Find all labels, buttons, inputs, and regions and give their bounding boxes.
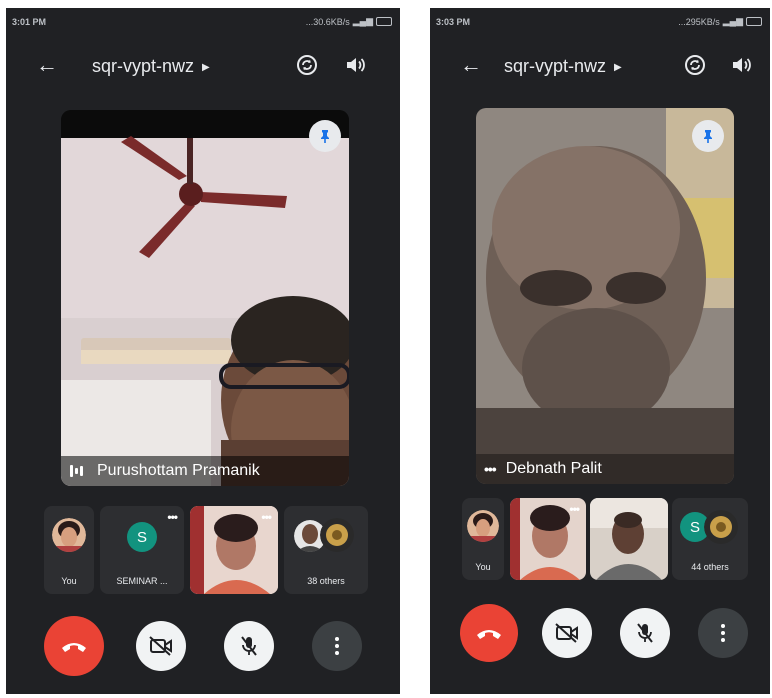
others-label: 44 others (691, 562, 729, 572)
mic-off-icon (241, 636, 257, 656)
meeting-code: sqr-vypt-nwz (92, 56, 195, 76)
participant-video-tile[interactable]: ••• (510, 498, 586, 580)
more-vert-icon (335, 637, 339, 655)
others-label: 38 others (307, 576, 345, 586)
speaker-name-tag: Purushottam Pramanik (61, 456, 349, 486)
more-dots-icon[interactable]: ••• (261, 510, 272, 524)
others-tile[interactable]: 38 others (284, 506, 368, 594)
more-dots-icon[interactable]: ••• (484, 461, 497, 477)
back-arrow-icon[interactable]: ← (36, 52, 58, 78)
speaker-name: Debnath Palit (505, 460, 602, 477)
end-call-button[interactable] (44, 616, 104, 676)
mic-toggle-button[interactable] (620, 608, 670, 658)
speaker-icon[interactable] (342, 52, 368, 78)
end-call-icon (62, 643, 86, 652)
more-options-button[interactable] (312, 621, 362, 671)
speaker-icon[interactable] (728, 52, 754, 78)
mic-off-icon (637, 623, 653, 643)
network-speed: ...295KB/s (678, 16, 720, 27)
status-time: 3:03 PM (436, 17, 471, 27)
self-tile[interactable]: You (44, 506, 94, 594)
participant-label: SEMINAR ... (116, 576, 168, 586)
back-arrow-icon[interactable]: ← (460, 52, 482, 78)
more-options-button[interactable] (698, 608, 748, 658)
participant-video-tile-2[interactable] (590, 498, 668, 580)
more-dots-icon[interactable]: ••• (167, 510, 178, 524)
main-video-tile[interactable]: ••• Debnath Palit (476, 108, 734, 484)
meeting-code-button[interactable]: sqr-vypt-nwz ▶ (504, 56, 622, 77)
speaker-name: Purushottam Pramanik (97, 462, 260, 479)
more-vert-icon (721, 624, 725, 642)
mic-toggle-button[interactable] (224, 621, 274, 671)
caret-right-icon: ▶ (202, 61, 210, 73)
meeting-code-button[interactable]: sqr-vypt-nwz ▶ (92, 56, 210, 77)
end-call-icon (477, 630, 501, 639)
status-bar: 3:01 PM ...30.6KB/s ▂▄▆ (6, 8, 400, 38)
camera-off-icon (149, 636, 172, 656)
video-frame (61, 110, 349, 486)
status-bar: 3:03 PM ...295KB/s ▂▄▆ (430, 8, 770, 38)
participant-avatar: S (127, 522, 157, 552)
participant-video-tile[interactable]: ••• (190, 506, 278, 594)
pin-icon[interactable] (309, 120, 341, 152)
more-dots-icon[interactable]: ••• (569, 502, 580, 516)
others-tile[interactable]: S 44 others (672, 498, 748, 580)
participant-tile-seminar[interactable]: ••• S SEMINAR ... (100, 506, 184, 594)
participant-video-2 (590, 498, 668, 580)
others-avatar-2 (704, 510, 738, 544)
signal-icon: ▂▄▆ (722, 16, 743, 26)
self-label: You (61, 576, 77, 586)
speaker-name-tag: ••• Debnath Palit (476, 454, 734, 484)
switch-camera-icon[interactable] (294, 52, 320, 78)
meet-screen-right: 3:03 PM ...295KB/s ▂▄▆ ← sqr-vypt-nwz ▶ (430, 8, 770, 694)
pin-icon[interactable] (692, 120, 724, 152)
meeting-top-bar: ← sqr-vypt-nwz ▶ (6, 46, 400, 86)
switch-camera-icon[interactable] (682, 52, 708, 78)
others-avatar-2 (320, 518, 354, 552)
camera-toggle-button[interactable] (136, 621, 186, 671)
status-indicators: ...30.6KB/s ▂▄▆ (306, 16, 392, 27)
end-call-button[interactable] (460, 604, 518, 662)
meeting-code: sqr-vypt-nwz (504, 56, 607, 76)
self-label: You (475, 562, 491, 572)
audio-wave-icon (69, 463, 87, 479)
camera-toggle-button[interactable] (542, 608, 592, 658)
meet-screen-left: 3:01 PM ...30.6KB/s ▂▄▆ ← sqr-vypt-nwz ▶ (6, 8, 400, 694)
main-video-tile[interactable]: Purushottam Pramanik (61, 110, 349, 486)
status-time: 3:01 PM (12, 17, 47, 27)
self-avatar (52, 518, 86, 552)
meeting-top-bar: ← sqr-vypt-nwz ▶ (430, 46, 770, 86)
battery-icon (376, 17, 392, 26)
caret-right-icon: ▶ (614, 61, 622, 73)
self-tile[interactable]: You (462, 498, 504, 580)
video-frame (476, 108, 734, 484)
network-speed: ...30.6KB/s (305, 16, 350, 27)
battery-icon (746, 17, 762, 26)
signal-icon: ▂▄▆ (352, 16, 373, 26)
camera-off-icon (555, 623, 578, 643)
status-indicators: ...295KB/s ▂▄▆ (678, 16, 762, 27)
self-avatar (467, 510, 499, 542)
